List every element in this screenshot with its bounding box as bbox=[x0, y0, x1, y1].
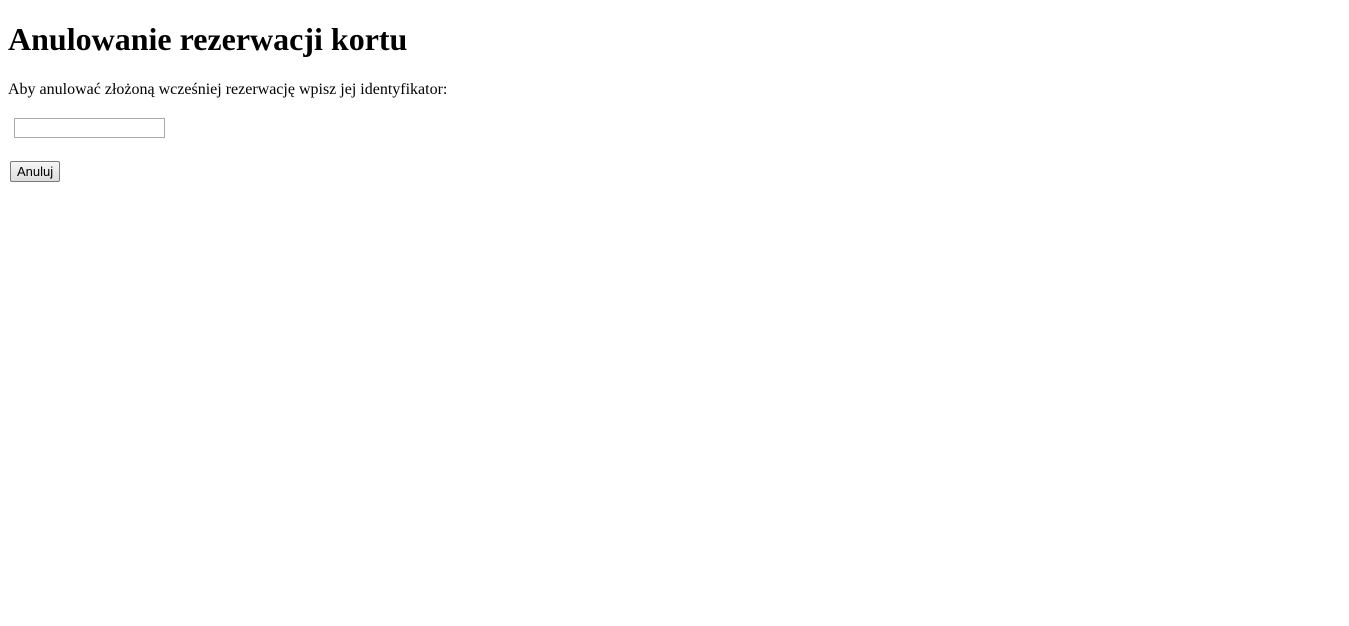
page-title: Anulowanie rezerwacji kortu bbox=[8, 21, 408, 57]
cancel-reservation-button[interactable]: Anuluj bbox=[10, 161, 61, 182]
instruction-text: Aby anulować złożoną wcześniej rezerwacj… bbox=[8, 81, 448, 98]
reservation-id-input[interactable] bbox=[14, 118, 165, 138]
page-content: Anulowanie rezerwacji kortu Aby anulować… bbox=[8, 0, 1328, 182]
